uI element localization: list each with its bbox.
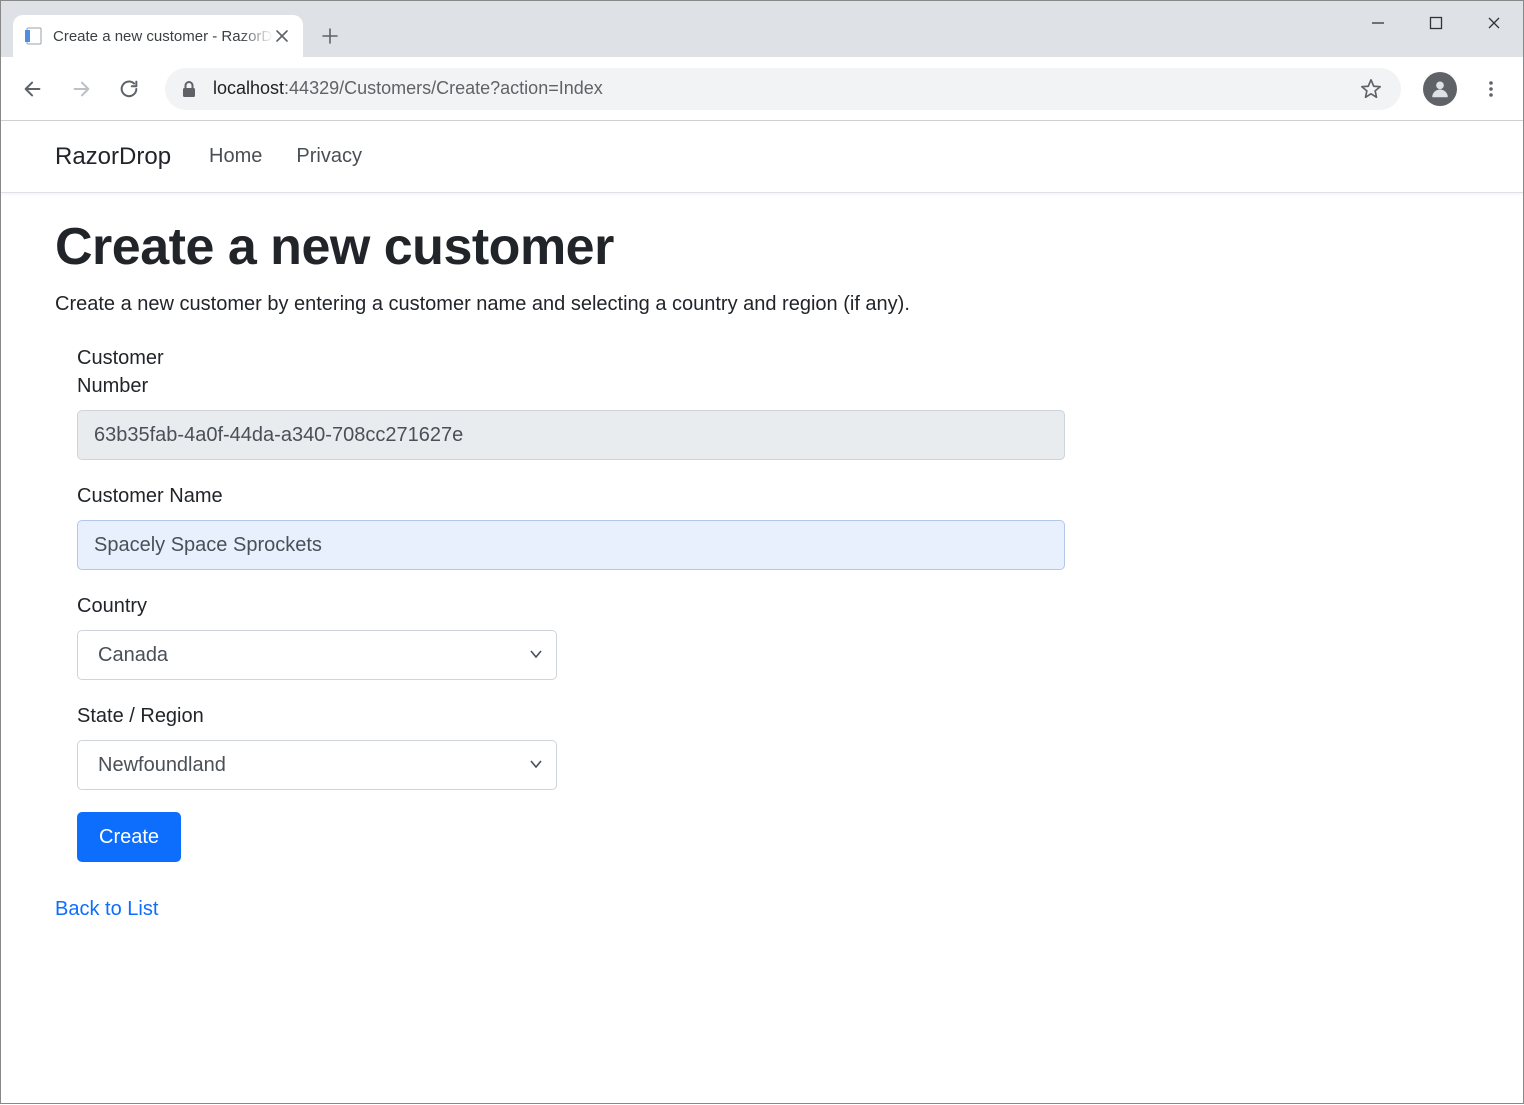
kebab-menu-icon[interactable] xyxy=(1471,69,1511,109)
url-host: localhost xyxy=(213,78,284,98)
new-tab-button[interactable] xyxy=(313,19,347,53)
tab-close-icon[interactable] xyxy=(273,27,291,45)
customer-form: Customer Number Customer Name Country Ca… xyxy=(55,344,1065,921)
nav-link-privacy[interactable]: Privacy xyxy=(296,145,362,168)
page-container: Create a new customer Create a new custo… xyxy=(1,193,1523,945)
page-viewport: RazorDrop Home Privacy Create a new cust… xyxy=(1,121,1523,1105)
nav-link-home[interactable]: Home xyxy=(209,145,262,168)
window-maximize-icon[interactable] xyxy=(1407,1,1465,45)
url-text: localhost:44329/Customers/Create?action=… xyxy=(213,78,603,99)
region-group: State / Region Newfoundland xyxy=(77,702,1065,790)
browser-tab[interactable]: Create a new customer - RazorDrop xyxy=(13,15,303,57)
tab-favicon-icon xyxy=(25,27,43,45)
bookmark-star-icon[interactable] xyxy=(1357,75,1385,103)
region-select[interactable]: Newfoundland xyxy=(77,740,557,790)
page-heading: Create a new customer xyxy=(55,217,1469,277)
forward-button[interactable] xyxy=(61,69,101,109)
region-label: State / Region xyxy=(77,702,1065,730)
customer-number-group: Customer Number xyxy=(77,344,1065,460)
submit-group: Create xyxy=(77,812,1065,862)
reload-button[interactable] xyxy=(109,69,149,109)
browser-chrome: Create a new customer - RazorDrop xyxy=(1,1,1523,121)
url-port: :44329 xyxy=(284,78,339,98)
customer-name-label: Customer Name xyxy=(77,482,1065,510)
profile-avatar-icon[interactable] xyxy=(1423,72,1457,106)
country-label: Country xyxy=(77,592,1065,620)
browser-toolbar: localhost:44329/Customers/Create?action=… xyxy=(1,57,1523,121)
address-bar[interactable]: localhost:44329/Customers/Create?action=… xyxy=(165,68,1401,110)
customer-number-field xyxy=(77,410,1065,460)
customer-number-label: Customer Number xyxy=(77,344,207,400)
tab-title: Create a new customer - RazorDrop xyxy=(53,28,273,45)
window-controls xyxy=(1349,1,1523,45)
back-button[interactable] xyxy=(13,69,53,109)
customer-name-group: Customer Name xyxy=(77,482,1065,570)
url-path: /Customers/Create?action=Index xyxy=(339,78,603,98)
brand[interactable]: RazorDrop xyxy=(55,143,171,171)
lock-icon xyxy=(181,80,199,98)
back-to-list-link[interactable]: Back to List xyxy=(55,898,158,921)
create-button[interactable]: Create xyxy=(77,812,181,862)
country-select[interactable]: Canada xyxy=(77,630,557,680)
window-close-icon[interactable] xyxy=(1465,1,1523,45)
window-minimize-icon[interactable] xyxy=(1349,1,1407,45)
country-group: Country Canada xyxy=(77,592,1065,680)
page-subtitle: Create a new customer by entering a cust… xyxy=(55,293,1469,316)
site-navbar: RazorDrop Home Privacy xyxy=(1,121,1523,193)
tab-strip: Create a new customer - RazorDrop xyxy=(1,1,1523,57)
customer-name-field[interactable] xyxy=(77,520,1065,570)
